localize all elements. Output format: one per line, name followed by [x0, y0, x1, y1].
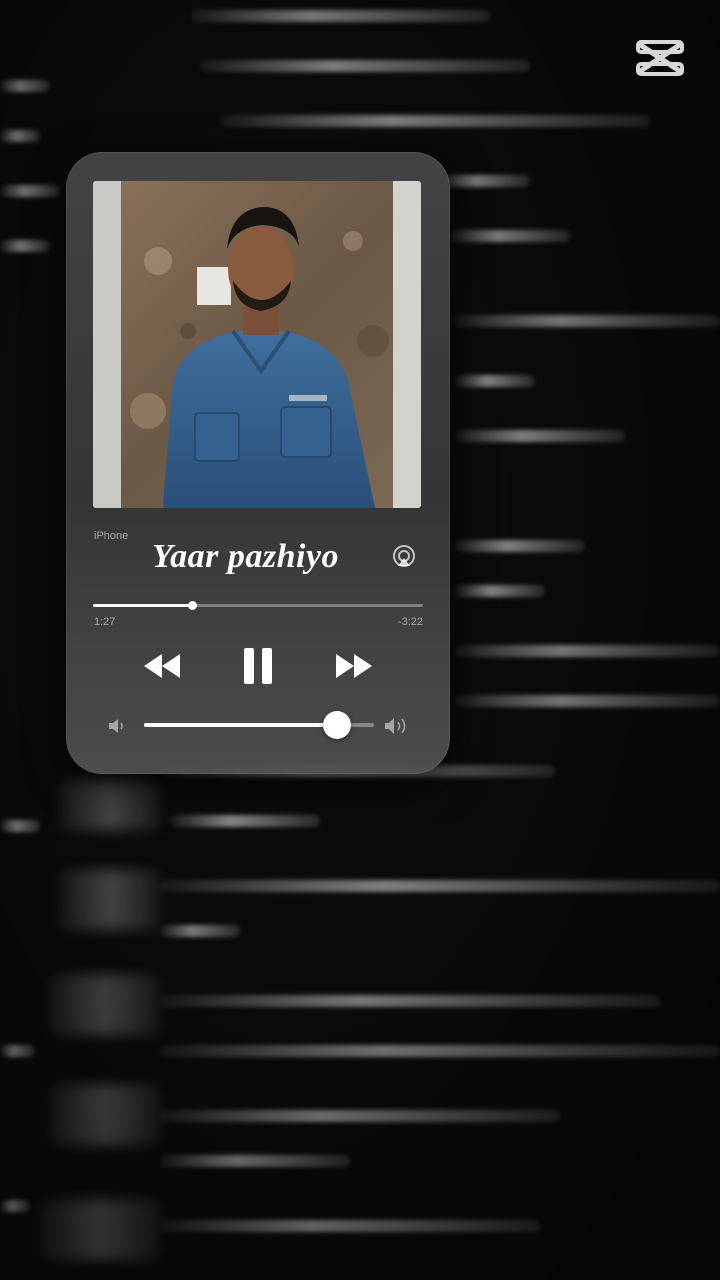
time-elapsed: 1:27 — [94, 616, 116, 628]
volume-low-icon — [109, 719, 123, 733]
time-remaining: -3:22 — [397, 616, 423, 628]
rewind-icon[interactable] — [142, 652, 182, 680]
progress-fill — [93, 604, 192, 607]
song-title: Yaar pazhiyo — [152, 538, 340, 575]
music-player-card: iPhone Yaar pazhiyo 1:27 -3:22 — [66, 152, 450, 774]
volume-thumb[interactable] — [323, 711, 352, 739]
capcut-logo-icon — [636, 40, 684, 76]
progress-thumb[interactable] — [188, 601, 197, 610]
volume-fill — [144, 723, 338, 727]
album-art — [93, 181, 421, 508]
airplay-icon[interactable] — [392, 544, 416, 568]
progress-bar[interactable] — [93, 601, 423, 610]
pause-icon[interactable] — [242, 648, 274, 684]
volume-high-icon — [385, 718, 406, 734]
device-label: iPhone — [94, 530, 129, 542]
volume-slider[interactable] — [144, 711, 374, 739]
fast-forward-icon[interactable] — [334, 652, 374, 680]
